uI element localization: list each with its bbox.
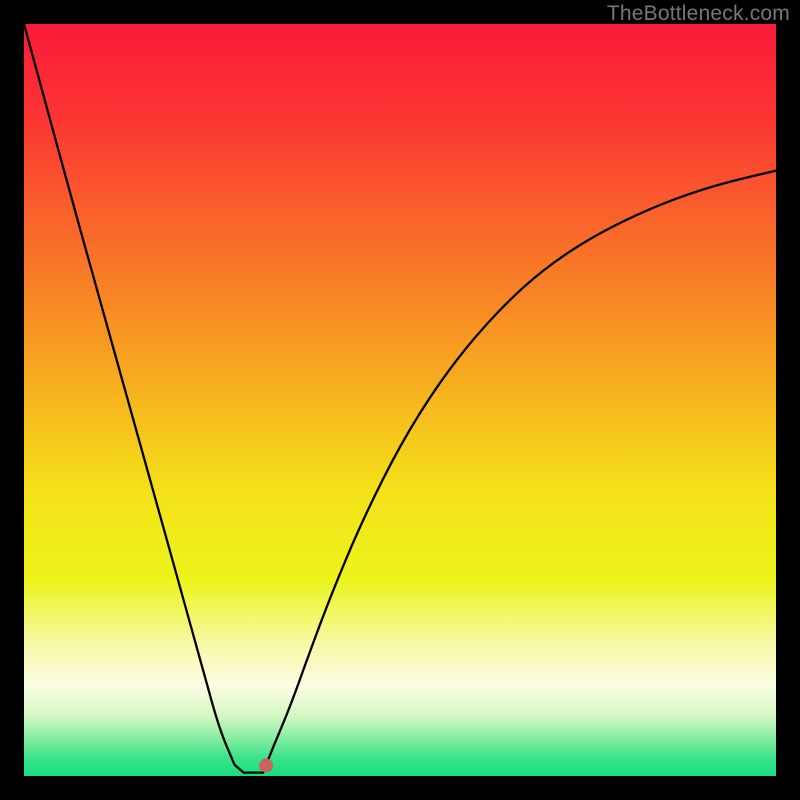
optimal-point-marker <box>259 758 273 772</box>
chart-background <box>24 24 776 776</box>
watermark-text: TheBottleneck.com <box>607 2 790 26</box>
bottleneck-chart <box>24 24 776 776</box>
